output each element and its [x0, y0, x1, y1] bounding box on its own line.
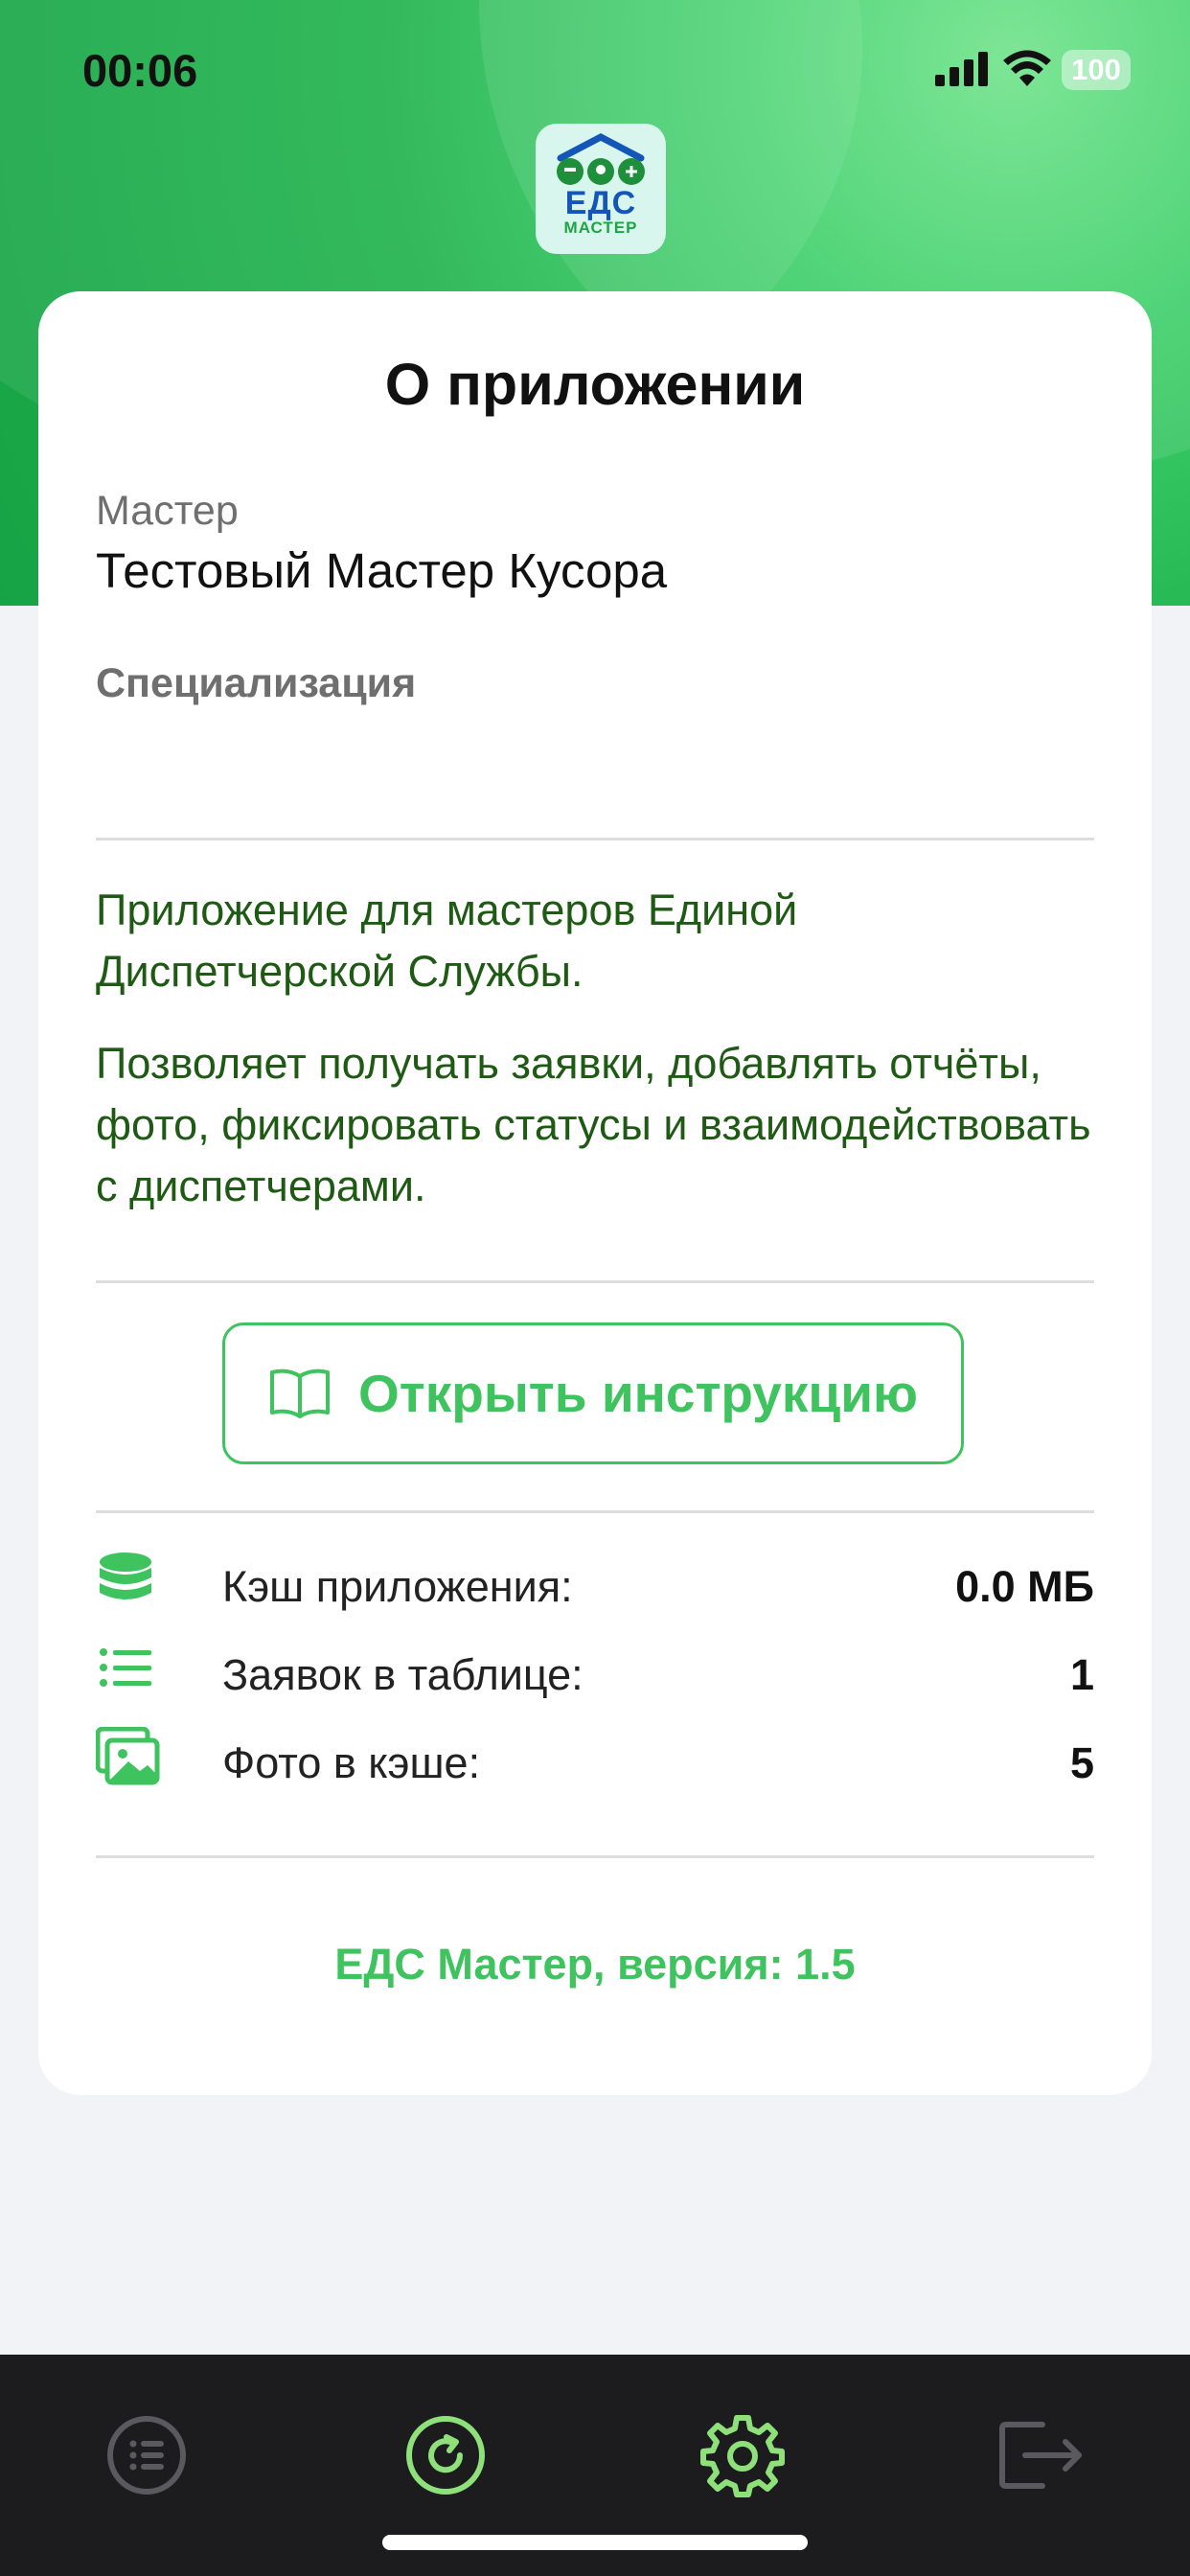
logout-icon: [999, 2422, 1082, 2489]
divider: [96, 1280, 1094, 1283]
settings-icon: [700, 2415, 785, 2497]
app-version: ЕДС Мастер, версия: 1.5: [334, 1940, 856, 1989]
master-label: Мастер: [96, 488, 239, 534]
logo-subtitle: МАСТЕР: [563, 218, 638, 237]
requests-count-row: Заявок в таблице: 1: [96, 1639, 1094, 1715]
page-title: О приложении: [384, 352, 806, 417]
divider: [96, 1855, 1094, 1858]
cache-size-row: Кэш приложения: 0.0 МБ: [96, 1551, 1094, 1627]
about-card: О приложении Мастер Тестовый Мастер Кусо…: [38, 291, 1152, 2095]
open-guide-button[interactable]: Открыть инструкцию: [222, 1322, 964, 1464]
tab-settings[interactable]: [690, 2403, 795, 2508]
status-time: 00:06: [82, 45, 198, 96]
master-name: Тестовый Мастер Кусора: [96, 543, 668, 598]
cached-photos-label: Фото в кэше:: [222, 1738, 481, 1787]
photo-gallery-icon: [96, 1727, 160, 1785]
wifi-icon: [1003, 50, 1051, 86]
specialization-label: Специализация: [96, 660, 417, 706]
divider: [96, 1510, 1094, 1513]
list-icon: [107, 2416, 186, 2495]
book-icon: [270, 1368, 330, 1418]
tab-sync[interactable]: [393, 2403, 498, 2508]
cache-size-value: 0.0 МБ: [955, 1562, 1094, 1611]
cellular-signal-icon: [935, 52, 988, 86]
status-bar: 00:06 100: [0, 0, 1190, 134]
logo-house-icon: [557, 133, 645, 185]
refresh-icon: [406, 2416, 485, 2495]
app-logo: ЕДС МАСТЕР: [536, 124, 666, 254]
cached-photos-value: 5: [1069, 1738, 1094, 1787]
battery-indicator: 100: [1062, 50, 1131, 90]
cache-size-label: Кэш приложения:: [222, 1562, 573, 1611]
tab-requests[interactable]: [94, 2403, 199, 2508]
logo-title: ЕДС: [564, 185, 637, 221]
app-description-1: Приложение для мастеров Единой Диспетчер…: [96, 886, 798, 996]
app-description-2: Позволяет получать заявки, добавлять отч…: [96, 1039, 1091, 1210]
tab-logout[interactable]: [989, 2403, 1094, 2508]
list-icon: [100, 1648, 151, 1687]
open-guide-label: Открыть инструкцию: [358, 1364, 918, 1423]
requests-count-value: 1: [1069, 1650, 1094, 1699]
cached-photos-row: Фото в кэше: 5: [96, 1727, 1094, 1804]
divider: [96, 838, 1094, 840]
database-icon: [100, 1552, 151, 1599]
home-indicator[interactable]: [382, 2535, 808, 2550]
requests-count-label: Заявок в таблице:: [222, 1650, 584, 1699]
